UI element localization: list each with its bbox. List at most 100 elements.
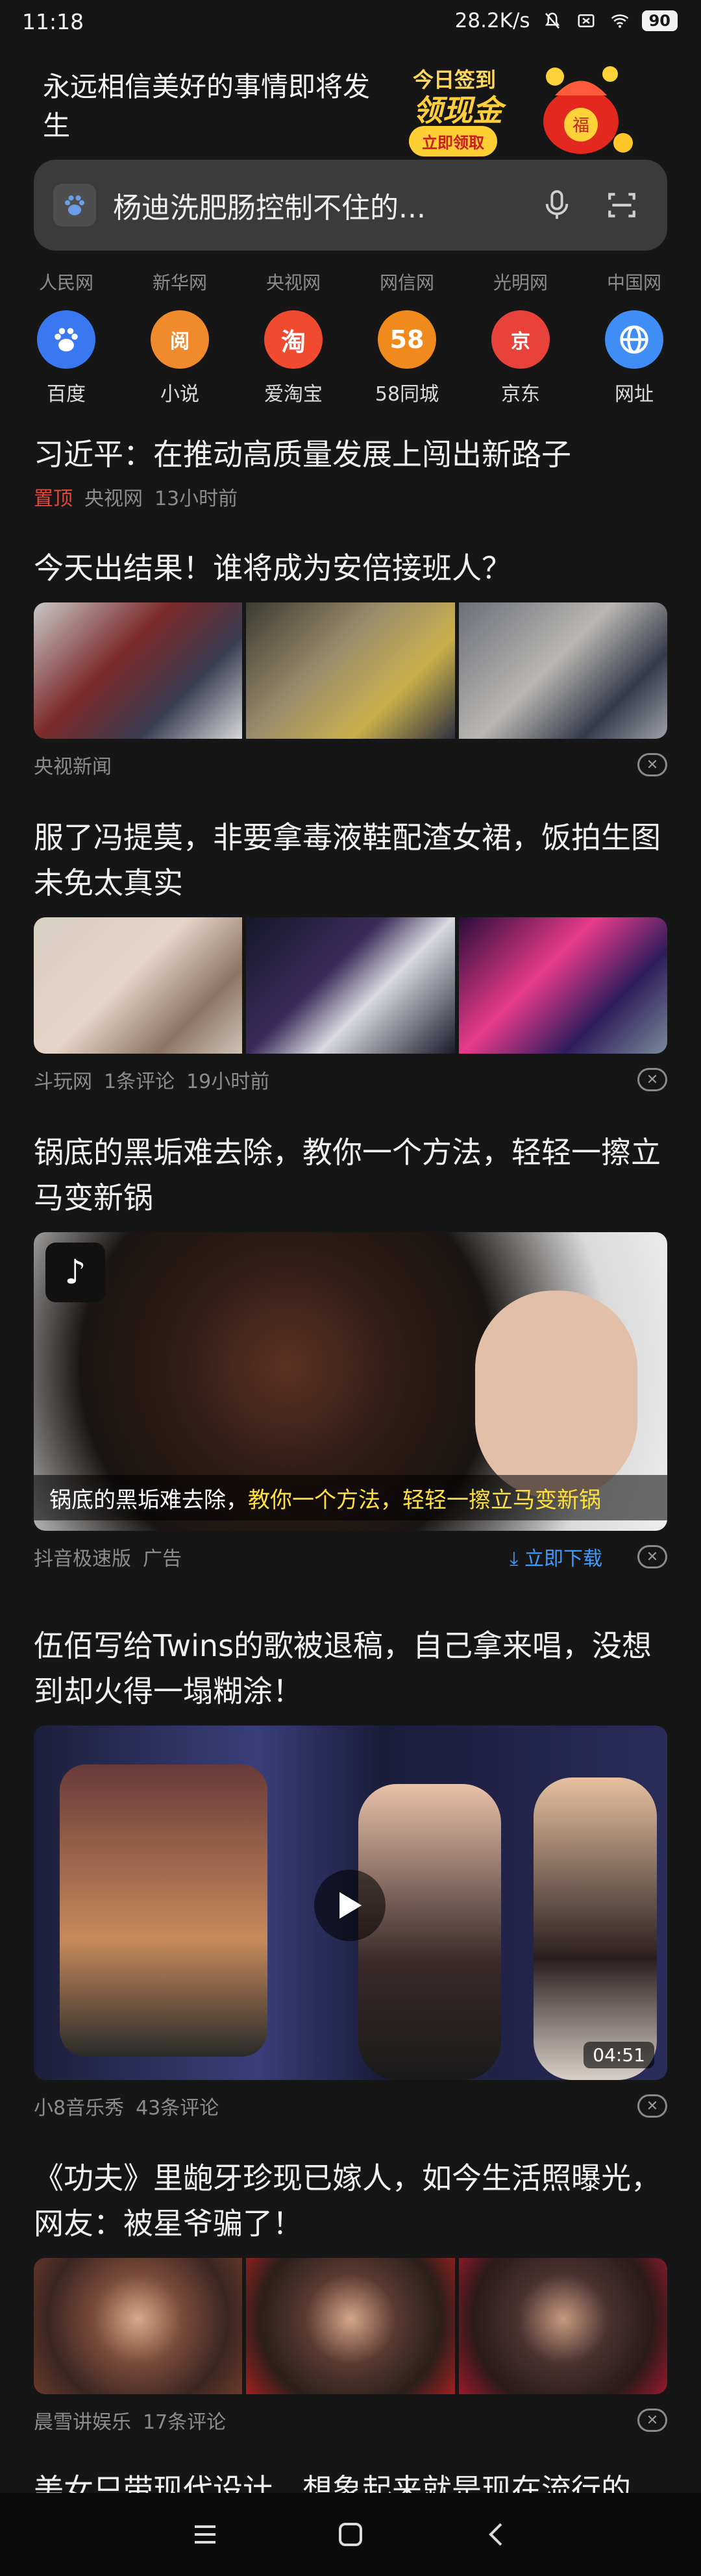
slogan-text: 永远相信美好的事情即将发生	[43, 71, 371, 142]
singer-image	[358, 1784, 501, 2080]
scan-icon[interactable]	[602, 186, 641, 225]
58-icon: 58	[378, 310, 436, 369]
news-thumbnail	[458, 2258, 667, 2394]
news-thumbnail	[458, 917, 667, 1054]
news-source: 抖音极速版	[34, 1548, 131, 1570]
news-title[interactable]: 服了冯提莫，非要拿毒液鞋配渣女裙，饭拍生图未免太真实	[34, 815, 667, 906]
source-links: 人民网 新华网 央视网 网信网 光明网 中国网	[0, 269, 701, 295]
dismiss-icon[interactable]: ✕	[637, 753, 667, 776]
news-thumbnail	[246, 602, 455, 739]
news-item[interactable]: 服了冯提莫，非要拿毒液鞋配渣女裙，饭拍生图未免太真实 斗玩网 1条评论 19小时…	[34, 815, 667, 1094]
source-link[interactable]: 网信网	[352, 269, 462, 295]
news-images[interactable]	[34, 2258, 667, 2394]
guitarist-image	[60, 1765, 267, 2057]
app-label: 爱淘宝	[264, 383, 323, 406]
globe-icon	[605, 310, 663, 369]
battery-indicator: 90	[641, 10, 678, 31]
app-label: 百度	[47, 383, 86, 406]
dismiss-icon[interactable]: ✕	[637, 2094, 667, 2118]
voice-search-icon[interactable]	[537, 186, 576, 225]
news-item[interactable]: 《功夫》里龅牙珍现已嫁人，如今生活照曝光，网友：被星爷骗了！ 晨雪讲娱乐 17条…	[34, 2155, 667, 2434]
news-item[interactable]: 习近平：在推动高质量发展上闯出新路子 置顶 央视网 13小时前	[34, 432, 667, 511]
download-icon: ⤓	[510, 1548, 519, 1570]
quick-apps: 百度 阅 小说 淘 爱淘宝 58 58同城 京 京东 网址	[0, 310, 701, 414]
promo-claim-button[interactable]: 立即领取	[409, 126, 497, 156]
news-title[interactable]: 《功夫》里龅牙珍现已嫁人，如今生活照曝光，网友：被星爷骗了！	[34, 2155, 667, 2246]
source-link[interactable]: 人民网	[11, 269, 121, 295]
source-link[interactable]: 央视网	[238, 269, 349, 295]
pinned-tag: 置顶	[34, 488, 73, 510]
system-nav-bar	[0, 2493, 701, 2576]
app-baidu[interactable]: 百度	[11, 310, 121, 406]
network-speed: 28.2K/s	[454, 9, 530, 32]
news-source: 晨雪讲娱乐	[34, 2411, 131, 2434]
news-title[interactable]: 美女只带现代设计，想象起来就是现在流行的	[34, 2467, 667, 2493]
ad-label: 广告	[143, 1548, 182, 1570]
search-input[interactable]: 杨迪洗肥肠控制不住的...	[113, 184, 537, 226]
hand-image	[475, 1291, 637, 1498]
app-taobao[interactable]: 淘 爱淘宝	[238, 310, 349, 406]
news-item[interactable]: 今天出结果！谁将成为安倍接班人？ 央视新闻 ✕	[34, 545, 667, 779]
baidu-icon	[37, 310, 95, 369]
promo-bag-text: 福	[572, 116, 589, 136]
play-icon[interactable]	[314, 1870, 386, 1941]
wifi-icon	[611, 14, 628, 28]
baidu-paw-icon	[53, 184, 96, 227]
source-link[interactable]: 新华网	[125, 269, 235, 295]
dismiss-icon[interactable]: ✕	[637, 2409, 667, 2432]
app-label: 58同城	[375, 383, 439, 406]
mute-bell-icon	[545, 12, 560, 29]
app-url[interactable]: 网址	[579, 310, 689, 406]
search-bar[interactable]: 杨迪洗肥肠控制不住的...	[34, 160, 667, 251]
news-title[interactable]: 锅底的黑垢难去除，教你一个方法，轻轻一擦立马变新锅	[34, 1130, 667, 1220]
app-jd[interactable]: 京 京东	[465, 310, 576, 406]
video-duration: 04:51	[584, 2042, 654, 2068]
checkin-cash-banner[interactable]: 今日签到 领现金 立即领取 福	[402, 57, 643, 161]
source-link[interactable]: 中国网	[579, 269, 689, 295]
app-label: 小说	[160, 383, 199, 406]
caption-yellow: 教你一个方法，轻轻一擦立马变新锅	[248, 1487, 601, 1513]
ad-caption: 锅底的黑垢难去除， 教你一个方法，轻轻一擦立马变新锅	[34, 1475, 667, 1520]
news-time: 19小时前	[186, 1071, 270, 1093]
news-title[interactable]: 今天出结果！谁将成为安倍接班人？	[34, 545, 667, 591]
video-player[interactable]: 04:51	[34, 1726, 667, 2080]
news-item[interactable]: 美女只带现代设计，想象起来就是现在流行的	[34, 2467, 667, 2493]
book-icon: 阅	[151, 310, 209, 369]
app-novel[interactable]: 阅 小说	[125, 310, 235, 406]
news-thumbnail	[34, 2258, 243, 2394]
video-item[interactable]: 伍佰写给Twins的歌被退稿，自己拿来唱，没想到却火得一塌糊涂！ 04:51 小…	[34, 1623, 667, 2120]
app-label: 网址	[615, 383, 654, 406]
home-icon[interactable]	[331, 2518, 370, 2551]
dismiss-icon[interactable]: ✕	[637, 1545, 667, 1568]
status-bar: 11:18 28.2K/s 90	[0, 0, 701, 45]
news-comments: 1条评论	[104, 1071, 175, 1093]
news-thumbnail	[246, 2258, 455, 2394]
promo-line2: 领现金	[413, 93, 502, 128]
source-link[interactable]: 光明网	[465, 269, 576, 295]
news-images[interactable]	[34, 917, 667, 1054]
menu-icon[interactable]	[186, 2518, 225, 2551]
taobao-icon: 淘	[264, 310, 323, 369]
sim-off-icon	[578, 14, 595, 27]
news-thumbnail	[34, 917, 243, 1054]
news-thumbnail	[246, 917, 455, 1054]
news-source: 央视新闻	[34, 756, 112, 778]
news-comments: 17条评论	[143, 2411, 227, 2434]
news-comments: 43条评论	[136, 2097, 219, 2120]
news-thumbnail	[34, 602, 243, 739]
news-source: 小8音乐秀	[34, 2097, 125, 2120]
app-58[interactable]: 58 58同城	[352, 310, 462, 406]
news-source: 斗玩网	[34, 1071, 92, 1093]
dismiss-icon[interactable]: ✕	[637, 1068, 667, 1091]
singer-image	[534, 1777, 657, 2080]
ad-image[interactable]: ♪ 锅底的黑垢难去除， 教你一个方法，轻轻一擦立马变新锅	[34, 1232, 667, 1531]
douyin-icon: ♪	[45, 1243, 105, 1302]
status-time: 11:18	[22, 9, 84, 34]
ad-item[interactable]: 锅底的黑垢难去除，教你一个方法，轻轻一擦立马变新锅 ♪ 锅底的黑垢难去除， 教你…	[34, 1130, 667, 1571]
news-images[interactable]	[34, 602, 667, 739]
back-icon[interactable]	[476, 2518, 515, 2551]
lucky-bag-icon: 福	[543, 66, 633, 154]
news-title[interactable]: 伍佰写给Twins的歌被退稿，自己拿来唱，没想到却火得一塌糊涂！	[34, 1623, 667, 1714]
download-button[interactable]: ⤓ 立即下载	[510, 1542, 602, 1571]
news-title[interactable]: 习近平：在推动高质量发展上闯出新路子	[34, 432, 667, 477]
